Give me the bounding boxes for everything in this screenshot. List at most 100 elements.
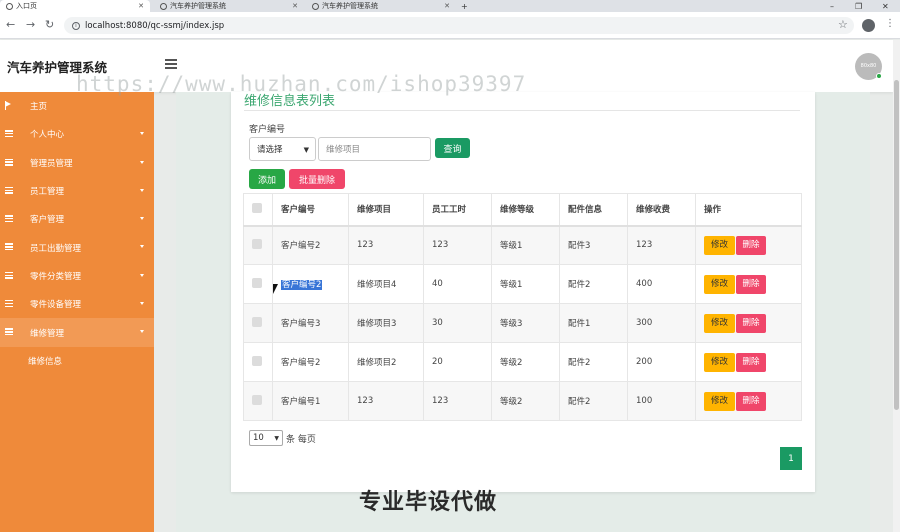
caret-down-icon	[140, 302, 144, 306]
hamburger-icon[interactable]	[165, 59, 177, 69]
table-cell: 30	[423, 303, 492, 343]
chevron-down-icon: ▼	[303, 146, 309, 154]
browser-tab-bar: 入口页 ✕ 汽车养护管理系统 ✕ 汽车养护管理系统 ✕ + – ❐ ✕	[0, 0, 900, 12]
sidebar: 主页 个人中心 管理员管理 员工管理 客户管理 员工出勤管理 零件分类管理 零件…	[0, 92, 154, 532]
globe-icon	[6, 2, 13, 10]
table-cell: 维修项目3	[348, 303, 424, 343]
table-cell: 客户编号2	[272, 264, 349, 304]
overlay-caption: 专业毕设代做	[359, 490, 498, 515]
scrollbar-thumb[interactable]	[894, 80, 899, 410]
list-icon	[5, 158, 13, 166]
delete-button[interactable]: 删除	[736, 391, 766, 411]
table-cell: 300	[627, 303, 696, 343]
page-size-label: 条 每页	[286, 435, 316, 445]
row-checkbox[interactable]	[252, 238, 262, 249]
close-icon[interactable]: ✕	[292, 2, 298, 10]
new-tab-button[interactable]: +	[461, 0, 468, 12]
delete-button[interactable]: 删除	[736, 274, 766, 294]
row-checkbox[interactable]	[252, 277, 262, 288]
table-cell: 配件2	[559, 342, 628, 382]
mouse-cursor-icon	[273, 284, 278, 294]
globe-icon	[312, 2, 319, 10]
list-icon	[5, 215, 13, 223]
sidebar-item-staff-management[interactable]: 员工管理	[0, 177, 154, 205]
window-close-icon[interactable]: ✕	[882, 0, 889, 12]
browser-tab[interactable]: 汽车养护管理系统 ✕	[154, 0, 304, 12]
page-size-select[interactable]: 10 ▼	[249, 430, 283, 446]
customer-id-select[interactable]: 请选择 ▼	[249, 137, 316, 161]
table-cell: 100	[627, 381, 696, 421]
table-cell: 等级2	[491, 381, 560, 421]
row-checkbox[interactable]	[252, 316, 262, 327]
edit-button[interactable]: 修改	[704, 352, 735, 372]
info-icon[interactable]: i	[72, 21, 80, 30]
column-header: 维修项目	[348, 193, 424, 227]
column-header: 客户编号	[272, 193, 349, 227]
repair-info-table: 客户编号 维修项目 员工工时 维修等级 配件信息 维修收费 操作 客户编号2 1…	[243, 193, 802, 421]
sidebar-item-home[interactable]: 主页	[0, 92, 154, 120]
reload-icon[interactable]: ↻	[45, 18, 54, 31]
browser-menu-icon[interactable]: ⋮	[885, 18, 895, 29]
url-field[interactable]: i localhost:8080/qc-ssmj/index.jsp	[64, 17, 854, 34]
row-checkbox[interactable]	[252, 355, 262, 366]
repair-item-input[interactable]: 维修项目	[318, 137, 431, 161]
back-icon[interactable]: ←	[6, 18, 15, 31]
bookmark-star-icon[interactable]: ☆	[838, 18, 848, 31]
table-row: 客户编号2 维修项目4 40 等级1 配件2 400 修改 删除	[243, 264, 802, 304]
sidebar-subitem-repair-info[interactable]: 维修信息	[0, 347, 154, 375]
row-checkbox[interactable]	[252, 394, 262, 405]
list-icon	[5, 271, 13, 279]
close-icon[interactable]: ✕	[138, 2, 144, 10]
table-row: 客户编号2 123 123 等级1 配件3 123 修改 删除	[243, 225, 802, 265]
sidebar-item-part-category-management[interactable]: 零件分类管理	[0, 262, 154, 290]
batch-delete-button[interactable]: 批量删除	[289, 169, 345, 189]
close-icon[interactable]: ✕	[444, 2, 450, 10]
browser-tab[interactable]: 入口页 ✕	[0, 0, 150, 12]
table-row: 客户编号2 维修项目2 20 等级2 配件2 200 修改 删除	[243, 342, 802, 382]
table-cell: 配件2	[559, 264, 628, 304]
edit-button[interactable]: 修改	[704, 391, 735, 411]
column-header: 配件信息	[559, 193, 628, 227]
edit-button[interactable]: 修改	[704, 274, 735, 294]
caret-down-icon	[140, 217, 144, 221]
table-cell: 等级1	[491, 264, 560, 304]
table-cell: 123	[348, 381, 424, 421]
caret-down-icon	[140, 245, 144, 249]
delete-button[interactable]: 删除	[736, 235, 766, 255]
caret-down-icon	[140, 132, 144, 136]
repair-info-panel: 维修信息表列表 客户编号 请选择 ▼ 维修项目 查询 添加 批量删除 客户编号 …	[231, 92, 815, 492]
forward-icon[interactable]: →	[26, 18, 35, 31]
edit-button[interactable]: 修改	[704, 313, 735, 333]
sidebar-item-attendance-management[interactable]: 员工出勤管理	[0, 233, 154, 261]
table-cell: 等级2	[491, 342, 560, 382]
minimize-icon[interactable]: –	[830, 0, 834, 12]
table-cell: 配件1	[559, 303, 628, 343]
restore-icon[interactable]: ❐	[855, 0, 862, 12]
caret-down-icon	[140, 273, 144, 277]
search-button[interactable]: 查询	[435, 138, 470, 158]
table-cell: 维修项目2	[348, 342, 424, 382]
table-cell: 配件2	[559, 381, 628, 421]
divider	[244, 110, 800, 111]
sidebar-item-repair-management[interactable]: 维修管理	[0, 318, 154, 347]
sidebar-item-personal-center[interactable]: 个人中心	[0, 120, 154, 148]
sidebar-item-customer-management[interactable]: 客户管理	[0, 205, 154, 233]
edit-button[interactable]: 修改	[704, 235, 735, 255]
add-button[interactable]: 添加	[249, 169, 285, 189]
delete-button[interactable]: 删除	[736, 352, 766, 372]
globe-icon	[160, 2, 167, 10]
table-cell: 维修项目4	[348, 264, 424, 304]
sidebar-item-part-equipment-management[interactable]: 零件设备管理	[0, 290, 154, 318]
list-icon	[5, 186, 13, 194]
table-cell: 20	[423, 342, 492, 382]
sidebar-item-admin-management[interactable]: 管理员管理	[0, 149, 154, 177]
caret-down-icon	[140, 160, 144, 164]
page-button-current[interactable]: 1	[780, 447, 802, 470]
delete-button[interactable]: 删除	[736, 313, 766, 333]
customer-id-label: 客户编号	[249, 125, 286, 135]
table-cell: 配件3	[559, 225, 628, 265]
select-all-checkbox[interactable]	[252, 202, 262, 213]
watermark-text: https://www.huzhan.com/ishop39397	[76, 72, 527, 96]
browser-tab[interactable]: 汽车养护管理系统 ✕	[306, 0, 456, 12]
profile-icon[interactable]	[862, 19, 875, 32]
